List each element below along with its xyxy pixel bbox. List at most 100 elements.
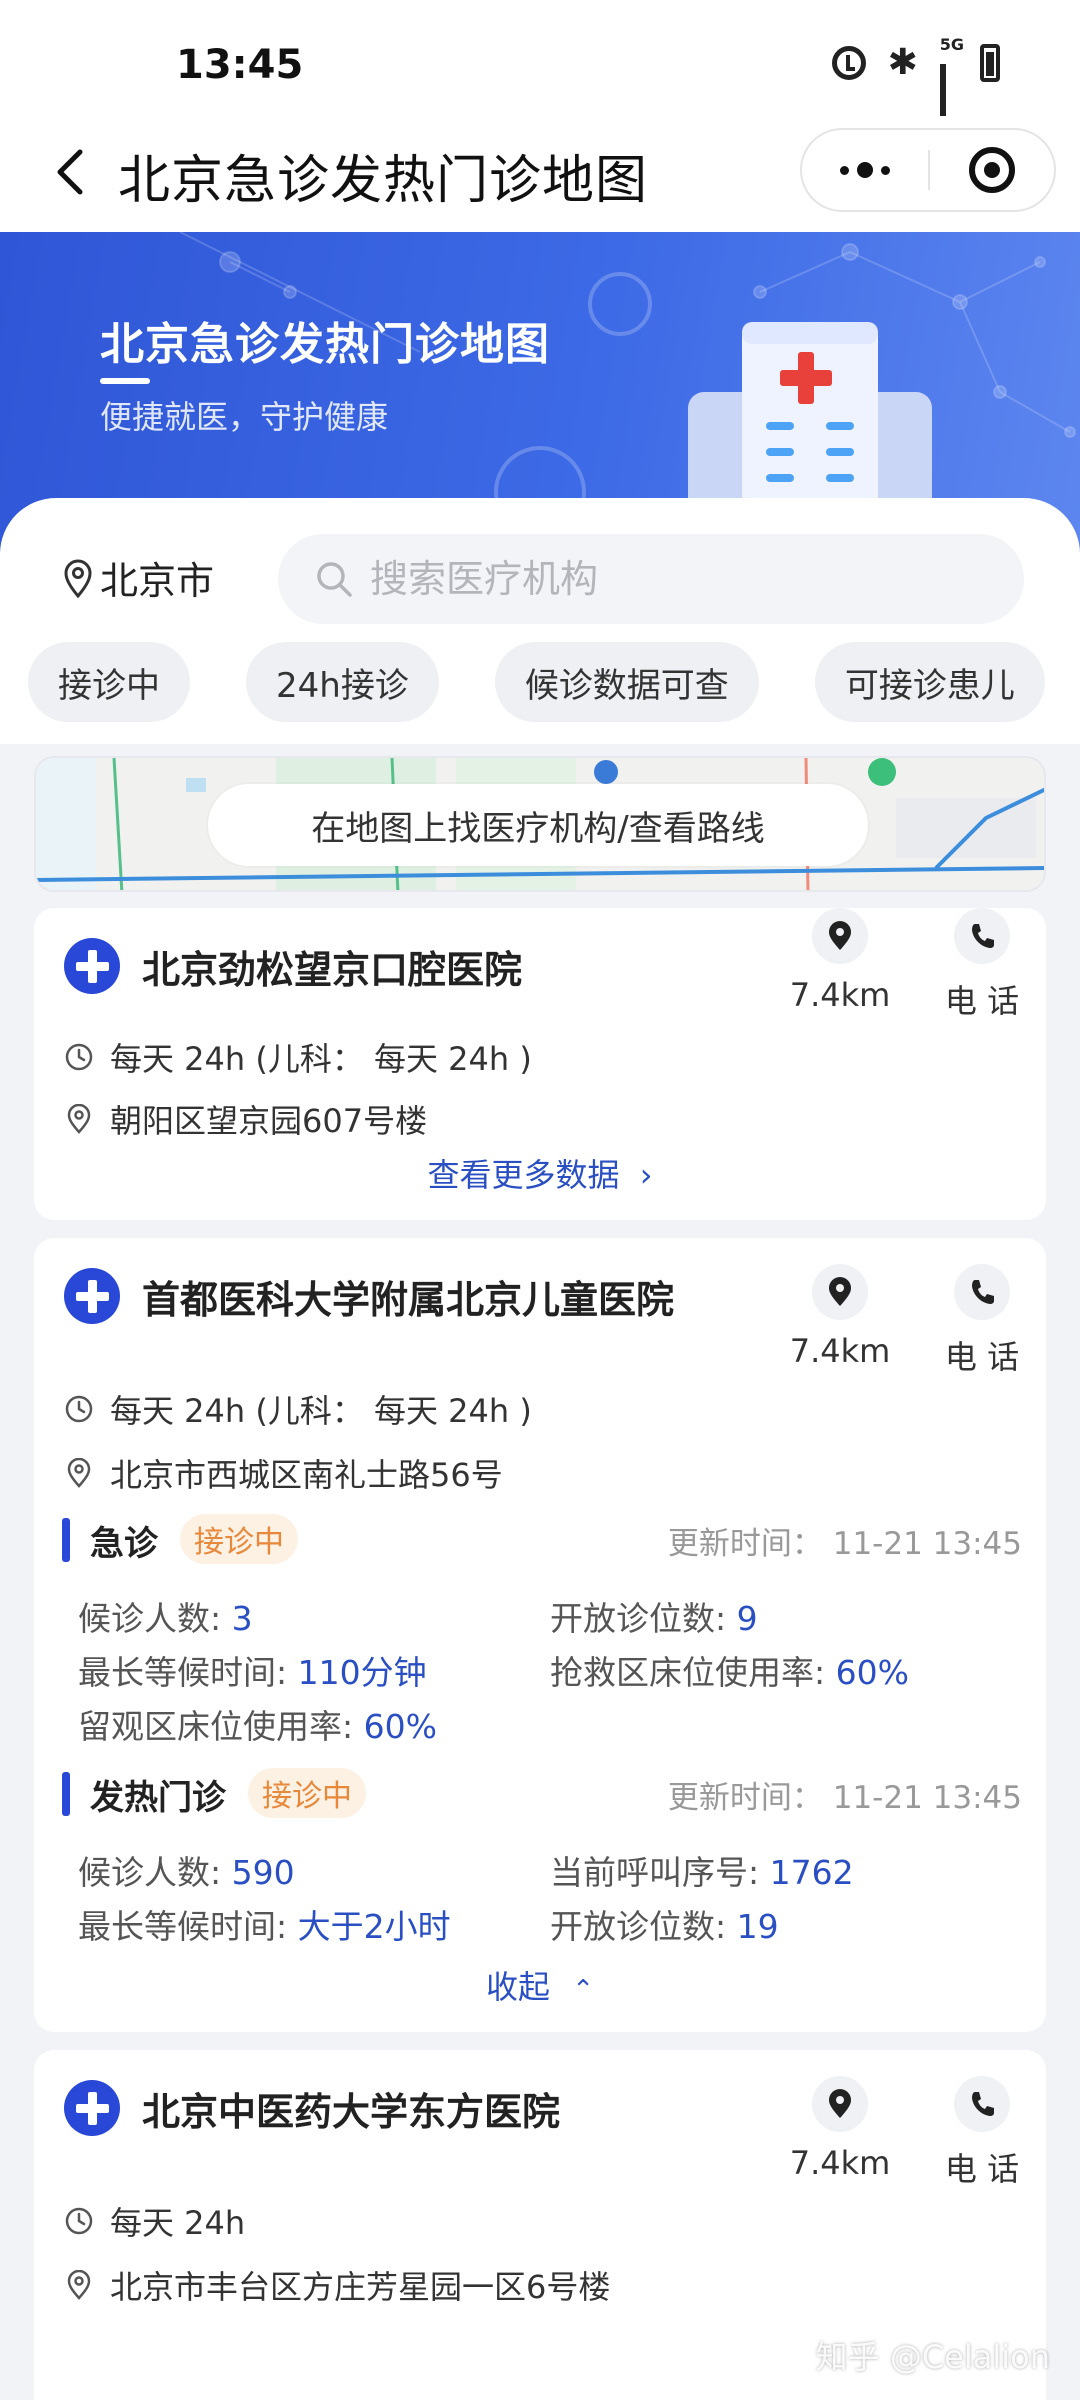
nav-bar: 北京急诊发热门诊地图 (0, 116, 1080, 232)
filter-chip-24h[interactable]: 24h接诊 (246, 642, 439, 722)
hospital-card[interactable]: 北京劲松望京口腔医院 7.4km 电 话 每天 24h (儿科： 每天 24h … (34, 908, 1046, 1220)
address-row: 北京市西城区南礼士路56号 (64, 1450, 503, 1496)
status-icons: ✱ 5G (831, 35, 1000, 160)
banner-subtitle: 便捷就医，守护健康 (100, 398, 389, 436)
hospital-name: 首都医科大学附属北京儿童医院 (142, 1277, 675, 1322)
filter-chip-wait-data[interactable]: 候诊数据可查 (494, 642, 759, 722)
hospital-name-row: 首都医科大学附属北京儿童医院 (64, 1268, 674, 1324)
alarm-icon (831, 46, 866, 80)
find-on-map-button[interactable]: 在地图上找医疗机构/查看路线 (208, 784, 868, 866)
status-badge: 接诊中 (248, 1768, 366, 1818)
city-selector[interactable]: 北京市 (62, 550, 214, 605)
chevron-right-icon: › (639, 1156, 653, 1194)
navigate-button[interactable]: 7.4km (780, 1264, 900, 1370)
fever-current-call-number: 当前呼叫序号: 1762 (550, 1853, 854, 1892)
location-pin-icon (67, 1104, 91, 1134)
location-pin-icon (67, 2270, 91, 2300)
distance-label: 7.4km (789, 1332, 891, 1370)
view-more-label: 查看更多数据 (427, 1156, 620, 1194)
fever-waiting-count: 候诊人数: 590 (78, 1853, 295, 1892)
phone-label: 电 话 (944, 2150, 1020, 2188)
location-pin-icon (829, 1277, 851, 1306)
navigate-button[interactable]: 7.4km (780, 2076, 900, 2182)
network-type: 5G (939, 35, 964, 54)
call-button[interactable]: 电 话 (922, 1264, 1042, 1378)
collapse-link[interactable]: 收起 ⌃ (34, 1962, 1046, 2008)
phone-icon (972, 1280, 994, 1304)
address-row: 北京市丰台区方庄芳星园一区6号楼 (64, 2262, 610, 2308)
emergency-observation-bed-usage: 留观区床位使用率: 60% (78, 1707, 437, 1746)
signal-icon: 5G (939, 35, 964, 160)
navigate-button[interactable]: 7.4km (780, 908, 900, 1014)
emergency-max-wait: 最长等候时间: 110分钟 (78, 1653, 427, 1692)
hours-row: 每天 24h (儿科： 每天 24h ) (64, 1034, 532, 1080)
hospital-name-row: 北京劲松望京口腔医院 (64, 938, 522, 994)
call-button[interactable]: 电 话 (922, 2076, 1042, 2190)
banner-title: 北京急诊发热门诊地图 (100, 319, 550, 370)
search-panel: 北京市 接诊中 24h接诊 候诊数据可查 可接诊患儿 (0, 498, 1080, 744)
clock-icon (65, 1395, 93, 1423)
phone-icon (972, 2092, 994, 2116)
hours-text: 每天 24h (110, 2204, 246, 2242)
battery-icon (980, 44, 1000, 82)
view-more-link[interactable]: 查看更多数据 › (34, 1150, 1046, 1196)
dot-icon (840, 165, 849, 175)
banner-underline (100, 378, 150, 384)
clock-icon (65, 2207, 93, 2235)
address-text: 朝阳区望京园607号楼 (110, 1102, 428, 1140)
search-icon (317, 562, 352, 597)
call-button[interactable]: 电 话 (922, 908, 1042, 1022)
hours-text: 每天 24h (儿科： 每天 24h ) (110, 1040, 532, 1078)
emergency-open-desks: 开放诊位数: 9 (550, 1599, 758, 1638)
update-time: 更新时间： 11-21 13:45 (667, 1526, 1022, 1562)
fever-clinic-title: 发热门诊 (90, 1778, 226, 1818)
fever-max-wait: 最长等候时间: 大于2小时 (78, 1907, 451, 1946)
emergency-rescue-bed-usage: 抢救区床位使用率: 60% (550, 1653, 909, 1692)
location-pin-icon (64, 559, 92, 598)
close-miniprogram-button[interactable] (930, 130, 1054, 210)
collapse-label: 收起 (486, 1968, 551, 2006)
search-input[interactable] (370, 557, 930, 601)
phone-icon (972, 924, 994, 948)
hours-text: 每天 24h (儿科： 每天 24h ) (110, 1392, 532, 1430)
hospital-name: 北京劲松望京口腔医院 (142, 947, 523, 992)
dot-icon (881, 165, 890, 175)
distance-label: 7.4km (789, 976, 891, 1014)
location-pin-icon (67, 1458, 91, 1488)
emergency-title: 急诊 (90, 1524, 158, 1564)
back-button[interactable] (40, 142, 100, 202)
hospital-name: 北京中医药大学东方医院 (142, 2089, 561, 2134)
distance-label: 7.4km (789, 2144, 891, 2182)
filter-chip-receiving[interactable]: 接诊中 (28, 642, 190, 722)
city-label: 北京市 (100, 559, 215, 603)
status-time: 13:45 (176, 42, 304, 88)
section-accent-bar (62, 1518, 70, 1562)
clock-icon (65, 1043, 93, 1071)
emergency-waiting-count: 候诊人数: 3 (78, 1599, 253, 1638)
watermark: 知乎 @Celalion (815, 2338, 1050, 2376)
map-preview[interactable]: 在地图上找医疗机构/查看路线 (34, 756, 1046, 892)
phone-label: 电 话 (944, 1338, 1020, 1376)
target-icon (968, 147, 1015, 193)
address-text: 北京市丰台区方庄芳星园一区6号楼 (110, 2268, 611, 2306)
hospital-name-row: 北京中医药大学东方医院 (64, 2080, 560, 2136)
more-menu-button[interactable] (802, 130, 928, 210)
medical-cross-icon (64, 938, 120, 994)
fever-open-desks: 开放诊位数: 19 (550, 1907, 779, 1946)
bluetooth-icon: ✱ (887, 42, 918, 83)
location-pin-icon (829, 921, 851, 950)
phone-label: 电 话 (944, 982, 1020, 1020)
medical-cross-icon (64, 1268, 120, 1324)
location-pin-icon (829, 2089, 851, 2118)
fever-clinic-section-header: 发热门诊 接诊中 更新时间： 11-21 13:45 (62, 1768, 1022, 1820)
medical-cross-icon (64, 2080, 120, 2136)
filter-chip-pediatric[interactable]: 可接诊患儿 (814, 642, 1045, 722)
search-box[interactable] (278, 534, 1024, 624)
update-time: 更新时间： 11-21 13:45 (667, 1780, 1022, 1816)
miniprogram-capsule (800, 128, 1056, 212)
chevron-left-icon (57, 149, 83, 195)
dot-icon (857, 162, 873, 178)
address-text: 北京市西城区南礼士路56号 (110, 1456, 503, 1494)
hospital-card[interactable]: 首都医科大学附属北京儿童医院 7.4km 电 话 每天 24h (儿科： 每天 … (34, 1238, 1046, 2032)
section-accent-bar (62, 1772, 70, 1816)
